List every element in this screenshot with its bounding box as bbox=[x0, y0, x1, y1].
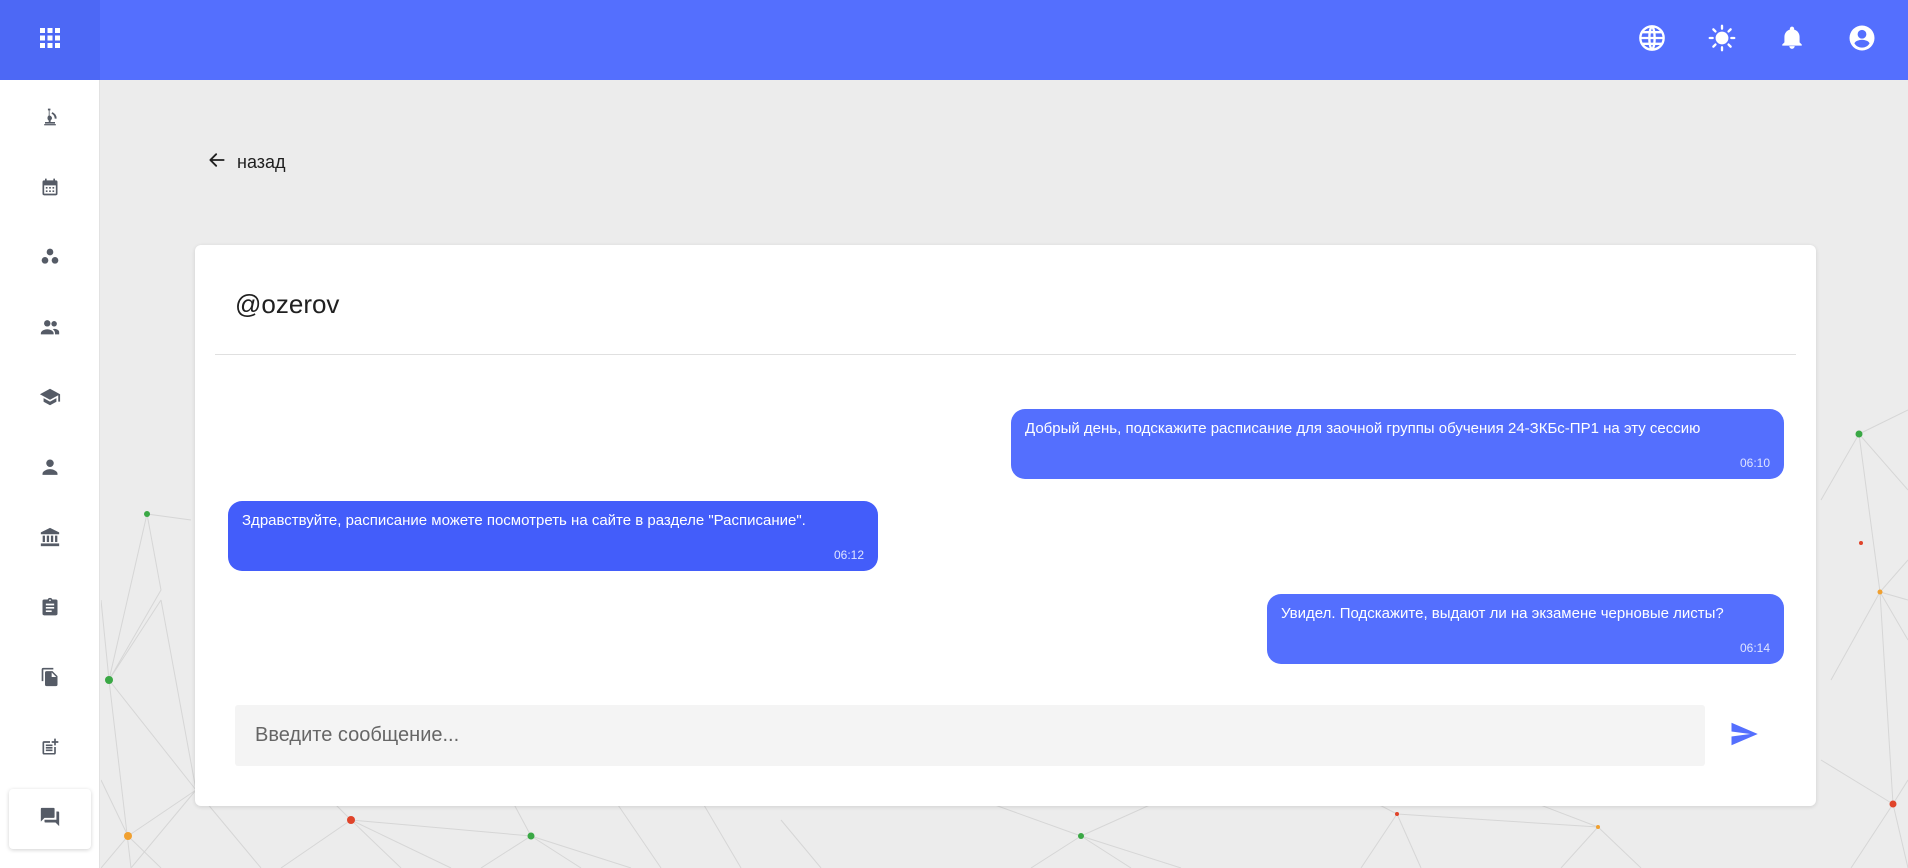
account-circle-icon bbox=[1847, 23, 1877, 58]
microscope-icon bbox=[40, 107, 60, 132]
sidebar-item-schedule[interactable] bbox=[9, 159, 91, 219]
sidebar-item-messages[interactable] bbox=[9, 789, 91, 849]
message-text: Увидел. Подскажите, выдают ли на экзамен… bbox=[1281, 605, 1724, 622]
sun-icon bbox=[1708, 24, 1736, 57]
groups-icon bbox=[40, 247, 60, 272]
sidebar-nav bbox=[0, 80, 100, 868]
globe-icon bbox=[1638, 24, 1666, 57]
clipboard-icon bbox=[40, 597, 60, 622]
documents-icon bbox=[40, 667, 60, 692]
bell-icon bbox=[1779, 25, 1805, 56]
message-text: Здравствуйте, расписание можете посмотре… bbox=[242, 512, 806, 529]
institution-icon bbox=[39, 526, 61, 553]
send-icon bbox=[1729, 719, 1759, 754]
graduation-cap-icon bbox=[39, 386, 61, 413]
message-input[interactable] bbox=[235, 705, 1705, 766]
top-app-bar bbox=[0, 0, 1908, 80]
person-icon bbox=[40, 457, 60, 482]
chat-card: @ozerov Добрый день, подскажите расписан… bbox=[195, 245, 1816, 806]
divider bbox=[215, 354, 1796, 355]
message-text: Добрый день, подскажите расписание для з… bbox=[1025, 420, 1701, 437]
sidebar-item-institution[interactable] bbox=[9, 509, 91, 569]
message-time: 06:14 bbox=[1739, 641, 1770, 655]
sidebar-item-research[interactable] bbox=[9, 89, 91, 149]
sidebar-item-groups[interactable] bbox=[9, 229, 91, 289]
sidebar-item-education[interactable] bbox=[9, 369, 91, 429]
apps-menu-button[interactable] bbox=[0, 0, 100, 80]
theme-toggle-button[interactable] bbox=[1700, 18, 1744, 62]
sidebar-item-assignments[interactable] bbox=[9, 579, 91, 639]
forum-icon bbox=[39, 806, 61, 833]
message-time: 06:10 bbox=[1739, 456, 1770, 470]
chat-title: @ozerov bbox=[235, 289, 340, 319]
calendar-icon bbox=[40, 177, 60, 202]
language-button[interactable] bbox=[1630, 18, 1674, 62]
message-bubble-outgoing: Добрый день, подскажите расписание для з… bbox=[1011, 409, 1784, 479]
message-bubble-incoming: Здравствуйте, расписание можете посмотре… bbox=[228, 501, 878, 571]
account-button[interactable] bbox=[1840, 18, 1884, 62]
message-time: 06:12 bbox=[833, 548, 864, 562]
sidebar-item-add-post[interactable] bbox=[9, 719, 91, 779]
sidebar-item-profile[interactable] bbox=[9, 439, 91, 499]
message-bubble-outgoing: Увидел. Подскажите, выдают ли на экзамен… bbox=[1267, 594, 1784, 664]
back-link[interactable]: назад bbox=[207, 150, 286, 174]
back-label: назад bbox=[237, 151, 286, 172]
sidebar-item-documents[interactable] bbox=[9, 649, 91, 709]
people-icon bbox=[39, 316, 61, 343]
grid-icon bbox=[38, 26, 62, 55]
main-content: назад @ozerov Добрый день, подскажите ра… bbox=[101, 80, 1908, 868]
arrow-left-icon bbox=[207, 150, 227, 175]
send-button[interactable] bbox=[1723, 715, 1765, 757]
sidebar-item-people[interactable] bbox=[9, 299, 91, 359]
notifications-button[interactable] bbox=[1770, 18, 1814, 62]
post-add-icon bbox=[40, 737, 60, 762]
message-input-container bbox=[235, 705, 1705, 766]
